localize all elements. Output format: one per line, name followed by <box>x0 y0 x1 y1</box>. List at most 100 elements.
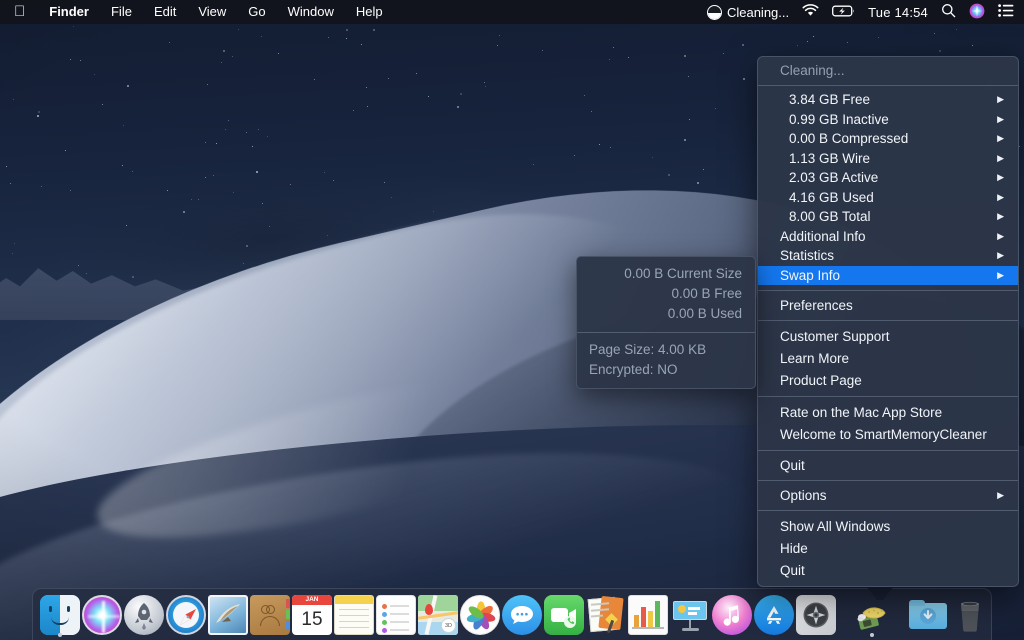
menu-item-active[interactable]: 2.03 GB Active ▶ <box>758 168 1018 188</box>
menu-item-wire[interactable]: 1.13 GB Wire ▶ <box>758 149 1018 169</box>
menu-item-hide[interactable]: Hide <box>758 537 1018 559</box>
dock-item-messages[interactable] <box>502 592 542 638</box>
chevron-right-icon: ▶ <box>997 230 1004 241</box>
sponge-chip-icon <box>857 606 886 630</box>
dock-item-reminders[interactable] <box>376 592 416 638</box>
menu-item-label: 1.13 GB Wire <box>789 150 871 166</box>
running-indicator <box>870 632 874 637</box>
menu-bar-item-go[interactable]: Go <box>237 0 276 24</box>
menu-item-free[interactable]: 3.84 GB Free ▶ <box>758 90 1018 110</box>
swap-submenu-stats-group: 0.00 B Current Size 0.00 B Free 0.00 B U… <box>577 257 755 332</box>
dock-item-notes[interactable] <box>334 592 374 638</box>
menu-item-label: Hide <box>780 540 808 556</box>
menu-item-label: 0.99 GB Inactive <box>789 111 889 127</box>
swap-info-submenu: 0.00 B Current Size 0.00 B Free 0.00 B U… <box>576 256 756 389</box>
dock-item-maps[interactable]: 3D <box>418 592 458 638</box>
launchpad-icon <box>124 594 164 635</box>
menu-group-links: Customer Support Learn More Product Page <box>758 321 1018 396</box>
dock: JAN 15 3D <box>32 588 992 640</box>
menu-item-label: Swap Info <box>780 267 841 283</box>
chevron-right-icon: ▶ <box>997 133 1004 144</box>
dock-item-app-store[interactable] <box>754 592 794 638</box>
menu-item-quit[interactable]: Quit <box>758 559 1018 581</box>
menu-bar-item-help[interactable]: Help <box>345 0 394 24</box>
menu-item-preferences[interactable]: Preferences <box>758 294 1018 316</box>
dock-item-photos[interactable] <box>460 592 500 638</box>
menu-item-product-page[interactable]: Product Page <box>758 369 1018 391</box>
notes-icon <box>334 594 374 635</box>
menu-item-label: Quit <box>780 457 805 473</box>
swap-page-size-row: Page Size: 4.00 KB <box>589 342 707 357</box>
chevron-right-icon: ▶ <box>997 172 1004 183</box>
siri-icon[interactable] <box>969 3 985 22</box>
menu-item-label: Customer Support <box>780 328 890 344</box>
menu-item-total[interactable]: 8.00 GB Total ▶ <box>758 207 1018 227</box>
dock-item-pages[interactable] <box>586 592 626 638</box>
dock-item-trash[interactable] <box>950 592 990 638</box>
menu-item-quit-app[interactable]: Quit <box>758 454 1018 476</box>
dock-item-itunes[interactable] <box>712 592 752 638</box>
menu-bar-item-finder[interactable]: Finder <box>38 0 100 24</box>
menu-item-used[interactable]: 4.16 GB Used ▶ <box>758 188 1018 208</box>
downloads-folder-icon <box>908 595 948 635</box>
dock-item-mail[interactable] <box>208 592 248 638</box>
menu-group-quit-app: Quit <box>758 451 1018 480</box>
dock-item-downloads[interactable] <box>908 592 948 638</box>
menu-bar-item-window[interactable]: Window <box>277 0 345 24</box>
chevron-right-icon: ▶ <box>997 94 1004 105</box>
dock-item-keynote[interactable] <box>670 592 710 638</box>
menu-item-label: Rate on the Mac App Store <box>780 404 943 420</box>
status-item-smart-memory-cleaner[interactable]: Cleaning... <box>706 4 789 20</box>
menu-item-welcome[interactable]: Welcome to SmartMemoryCleaner <box>758 423 1018 445</box>
dock-item-safari[interactable] <box>166 592 206 638</box>
menu-item-label: Product Page <box>780 372 862 388</box>
dock-item-smart-memory-cleaner[interactable] <box>852 592 892 638</box>
smart-memory-cleaner-menu: Cleaning... 3.84 GB Free ▶ 0.99 GB Inact… <box>757 56 1019 587</box>
menu-item-show-all-windows[interactable]: Show All Windows <box>758 515 1018 537</box>
menu-item-label: Statistics <box>780 248 835 264</box>
menu-item-customer-support[interactable]: Customer Support <box>758 325 1018 347</box>
menu-item-label: 4.16 GB Used <box>789 189 874 205</box>
dock-item-contacts[interactable] <box>250 592 290 638</box>
chevron-right-icon: ▶ <box>997 489 1004 500</box>
menu-item-options[interactable]: Options ▶ <box>758 484 1018 506</box>
menu-group-preferences: Preferences <box>758 291 1018 320</box>
swap-submenu-details-group: Page Size: 4.00 KB Encrypted: NO <box>577 333 755 388</box>
menu-item-inactive[interactable]: 0.99 GB Inactive ▶ <box>758 110 1018 130</box>
dock-item-system-preferences[interactable] <box>796 592 836 638</box>
apple-logo-icon[interactable]:  <box>0 0 38 24</box>
memory-gauge-icon <box>706 4 722 20</box>
menu-item-compressed[interactable]: 0.00 B Compressed ▶ <box>758 129 1018 149</box>
menu-bar-item-edit[interactable]: Edit <box>143 0 187 24</box>
menu-bar-item-view[interactable]: View <box>187 0 237 24</box>
menu-group-promo: Rate on the Mac App Store Welcome to Sma… <box>758 397 1018 450</box>
reminders-icon <box>376 594 416 635</box>
wifi-icon[interactable] <box>802 4 819 20</box>
menu-item-label: Quit <box>780 562 805 578</box>
facetime-icon <box>544 594 584 635</box>
dock-item-calendar[interactable]: JAN 15 <box>292 592 332 638</box>
mail-icon <box>208 594 248 635</box>
menu-item-additional-info[interactable]: Additional Info ▶ <box>758 227 1018 247</box>
dock-item-launchpad[interactable] <box>124 592 164 638</box>
menu-item-label: Options <box>780 487 827 503</box>
menu-bar-clock[interactable]: Tue 14:54 <box>868 5 928 20</box>
menu-item-rate-on-mac-app-store[interactable]: Rate on the Mac App Store <box>758 401 1018 423</box>
menu-item-swap-info[interactable]: Swap Info ▶ <box>758 265 1018 285</box>
dock-item-facetime[interactable] <box>544 592 584 638</box>
spotlight-search-icon[interactable] <box>941 3 956 21</box>
menu-item-label: Learn More <box>780 350 850 366</box>
numbers-icon <box>628 594 668 635</box>
menu-bar-app-menus:  Finder File Edit View Go Window Help <box>0 0 394 24</box>
dock-item-numbers[interactable] <box>628 592 668 638</box>
notification-center-icon[interactable] <box>998 4 1014 20</box>
menu-bar-item-file[interactable]: File <box>100 0 143 24</box>
keynote-icon <box>670 595 710 635</box>
chevron-right-icon: ▶ <box>997 113 1004 124</box>
menu-item-statistics[interactable]: Statistics ▶ <box>758 246 1018 266</box>
menu-bar:  Finder File Edit View Go Window Help C… <box>0 0 1024 24</box>
dock-item-siri[interactable] <box>82 592 122 638</box>
menu-item-learn-more[interactable]: Learn More <box>758 347 1018 369</box>
dock-item-finder[interactable] <box>40 592 80 638</box>
battery-charging-icon[interactable] <box>832 5 855 20</box>
